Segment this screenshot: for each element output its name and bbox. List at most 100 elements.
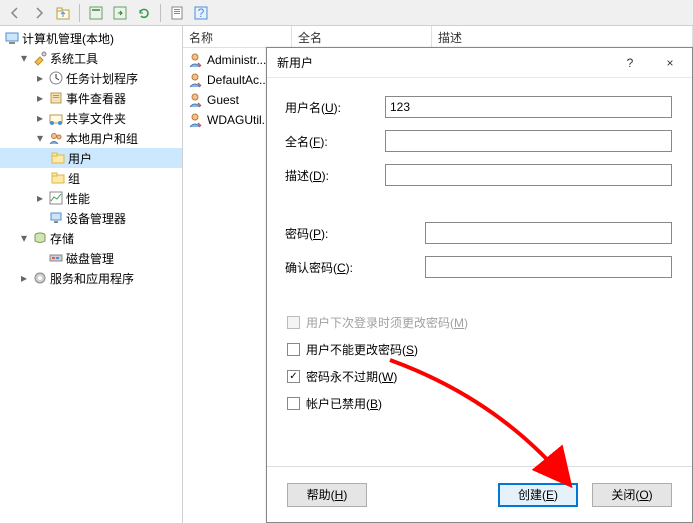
user-icon [187,112,203,128]
tree-label: 性能 [66,190,90,207]
dialog-controls: ? × [610,49,690,77]
checkbox-icon [287,316,300,329]
tree-label: 任务计划程序 [66,70,138,87]
tree-task-scheduler[interactable]: ▸ 任务计划程序 [0,68,182,88]
back-button[interactable] [4,2,26,24]
username-input[interactable] [385,96,672,118]
folder-icon [50,170,66,186]
user-name: Administr... [207,53,266,67]
tree-label: 服务和应用程序 [50,270,134,287]
close-button[interactable]: 关闭(O) [592,483,672,507]
forward-button[interactable] [28,2,50,24]
checkbox-must-change: 用户下次登录时须更改密码(M) [285,314,672,331]
expand-icon[interactable]: ▸ [34,112,46,124]
expand-icon[interactable]: ▸ [18,272,30,284]
tools-icon [32,50,48,66]
tree-shared-folders[interactable]: ▸ 共享文件夹 [0,108,182,128]
toolbar-separator [160,4,161,22]
collapse-icon[interactable]: ▾ [34,132,46,144]
checkbox-label: 用户下次登录时须更改密码(M) [306,314,468,331]
tree-local-users[interactable]: ▾ 本地用户和组 [0,128,182,148]
perf-icon [48,190,64,206]
properties-button[interactable] [166,2,188,24]
disk-icon [48,250,64,266]
refresh-button[interactable] [133,2,155,24]
tree-root[interactable]: 计算机管理(本地) [0,28,182,48]
user-name: DefaultAc... [207,73,269,87]
password-input[interactable] [425,222,672,244]
help-button[interactable]: ? [610,49,650,77]
tree-performance[interactable]: ▸ 性能 [0,188,182,208]
new-user-dialog: 新用户 ? × 用户名(U): 全名(F): 描述(D): 密码(P): 确认密… [266,47,693,523]
expand-icon[interactable]: ▸ [34,92,46,104]
checkbox-label: 帐户已禁用(B) [306,395,382,412]
collapse-icon[interactable]: ▾ [18,232,30,244]
tree-users[interactable]: 用户 [0,148,182,168]
tree-label: 计算机管理(本地) [22,30,114,47]
export-button[interactable] [109,2,131,24]
tree-label: 事件查看器 [66,90,126,107]
toolbar-separator [79,4,80,22]
close-button[interactable]: × [650,49,690,77]
tree-label: 设备管理器 [66,210,126,227]
user-icon [187,52,203,68]
list-header: 名称 全名 描述 [183,26,693,48]
help-button[interactable]: ? [190,2,212,24]
expand-icon[interactable]: ▾ [18,52,30,64]
tree-label: 组 [68,170,80,187]
tree-label: 系统工具 [50,50,98,67]
checkbox-cannot-change[interactable]: 用户不能更改密码(S) [285,341,672,358]
expand-icon[interactable]: ▸ [34,192,46,204]
confirm-password-input[interactable] [425,256,672,278]
tree-label: 用户 [68,150,92,167]
expand-icon[interactable]: ▸ [34,72,46,84]
password-label: 密码(P): [285,225,425,242]
user-name: WDAGUtil... [207,113,272,127]
folder-icon [50,150,66,166]
dialog-titlebar[interactable]: 新用户 ? × [267,48,692,78]
confirm-password-label: 确认密码(C): [285,259,425,276]
user-name: Guest [207,93,239,107]
tree-event-viewer[interactable]: ▸ 事件查看器 [0,88,182,108]
storage-icon [32,230,48,246]
checkbox-icon[interactable] [287,397,300,410]
clock-icon [48,70,64,86]
col-fullname[interactable]: 全名 [292,26,432,47]
tree-disk-management[interactable]: ▸ 磁盘管理 [0,248,182,268]
event-icon [48,90,64,106]
up-button[interactable] [52,2,74,24]
help-button[interactable]: 帮助(H) [287,483,367,507]
dialog-title: 新用户 [277,54,313,71]
dialog-footer: 帮助(H) 创建(E) 关闭(O) [267,466,692,522]
username-label: 用户名(U): [285,99,385,116]
col-desc[interactable]: 描述 [432,26,693,47]
tree-system-tools[interactable]: ▾ 系统工具 [0,48,182,68]
description-input[interactable] [385,164,672,186]
tree-device-manager[interactable]: ▸ 设备管理器 [0,208,182,228]
fullname-input[interactable] [385,130,672,152]
create-button[interactable]: 创建(E) [498,483,578,507]
tree-groups[interactable]: 组 [0,168,182,188]
description-label: 描述(D): [285,167,385,184]
nav-tree[interactable]: 计算机管理(本地) ▾ 系统工具 ▸ 任务计划程序 ▸ 事件查看器 ▸ 共享文件… [0,26,183,523]
checkbox-icon[interactable] [287,343,300,356]
computer-icon [4,30,20,46]
user-icon [187,92,203,108]
device-icon [48,210,64,226]
checkbox-never-expire[interactable]: ✓ 密码永不过期(W) [285,368,672,385]
tree-storage[interactable]: ▾ 存储 [0,228,182,248]
checkbox-icon[interactable]: ✓ [287,370,300,383]
fullname-label: 全名(F): [285,133,385,150]
checkbox-account-disabled[interactable]: 帐户已禁用(B) [285,395,672,412]
tree-label: 本地用户和组 [66,130,138,147]
checkbox-label: 密码永不过期(W) [306,368,397,385]
toolbar: ? [0,0,693,26]
tree-services[interactable]: ▸ 服务和应用程序 [0,268,182,288]
col-name[interactable]: 名称 [183,26,292,47]
user-icon [187,72,203,88]
view-button[interactable] [85,2,107,24]
users-icon [48,130,64,146]
tree-label: 存储 [50,230,74,247]
dialog-body: 用户名(U): 全名(F): 描述(D): 密码(P): 确认密码(C): 用户… [267,78,692,412]
checkbox-label: 用户不能更改密码(S) [306,341,418,358]
